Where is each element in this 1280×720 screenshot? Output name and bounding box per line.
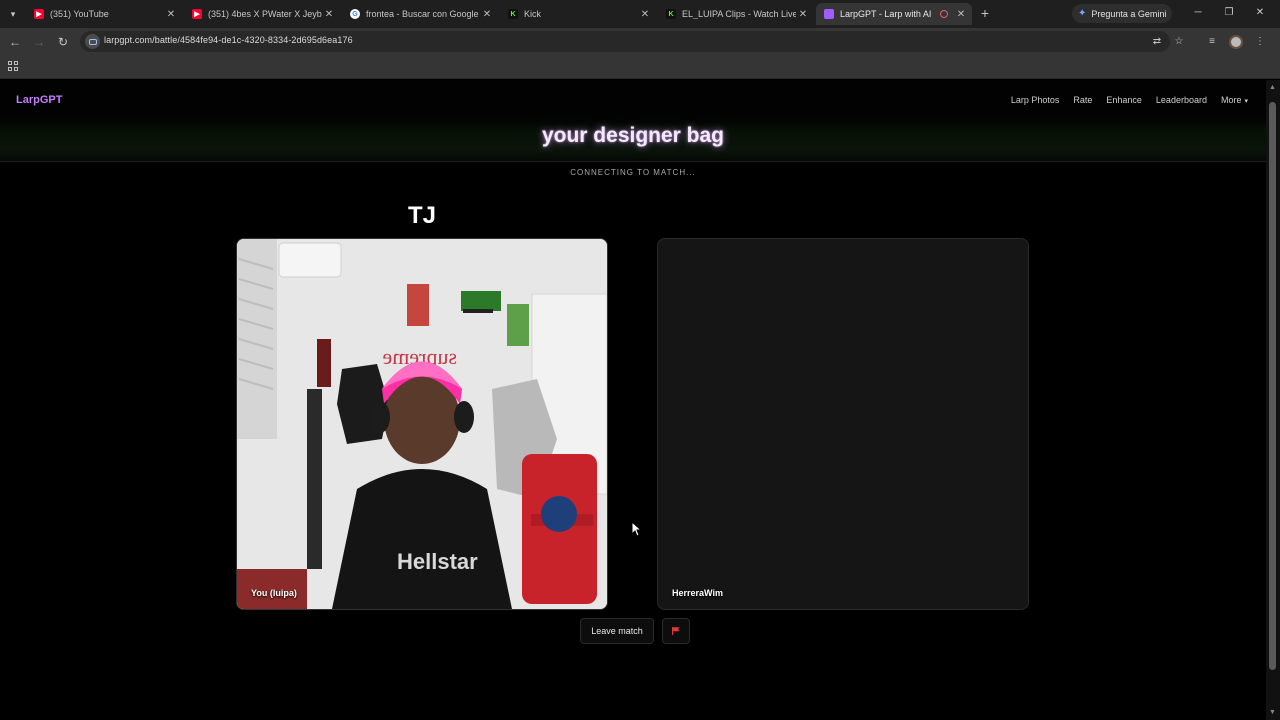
gemini-button[interactable]: ✦ Pregunta a Gemini (1072, 4, 1172, 23)
nav-more[interactable]: More ▾ (1221, 95, 1248, 105)
restore-icon[interactable]: ❐ (1221, 5, 1237, 21)
youtube-icon: ▶ (192, 9, 202, 19)
tab-close-icon[interactable]: ✕ (638, 9, 652, 20)
profile-avatar[interactable] (1229, 35, 1243, 49)
tab-youtube[interactable]: ▶ (351) YouTube ✕ (26, 4, 182, 24)
tab-kick[interactable]: K Kick ✕ (500, 4, 656, 24)
tab-title: (351) YouTube (50, 9, 109, 19)
leave-match-button[interactable]: Leave match (580, 618, 654, 644)
nav-larp-photos[interactable]: Larp Photos (1011, 95, 1060, 105)
recording-indicator-icon (940, 10, 948, 18)
bookmark-star-icon[interactable]: ☆ (1171, 34, 1187, 50)
gemini-sparkle-icon: ✦ (1078, 8, 1087, 19)
scroll-down-arrow-icon[interactable]: ▼ (1269, 709, 1276, 716)
tab-youtube-song[interactable]: ▶ (351) 4bes X PWater X Jeybil - T ✕ (184, 4, 340, 24)
nav-enhance[interactable]: Enhance (1106, 95, 1142, 105)
mouse-cursor-icon (631, 521, 643, 537)
reload-icon[interactable]: ↻ (54, 33, 72, 51)
opponent-video-label: HerreraWim (672, 588, 723, 598)
tab-close-icon[interactable]: ✕ (480, 9, 494, 20)
translate-icon[interactable]: ⇄ (1150, 35, 1164, 49)
my-video-feed: supreme Hellstar You (luipa) (236, 238, 608, 610)
window-close-icon[interactable]: ✕ (1252, 5, 1268, 21)
browser-toolbar: ← → ↻ larpgpt.com/battle/4584fe94-de1c-4… (0, 28, 1280, 55)
page-viewport: LarpGPT Larp Photos Rate Enhance Leaderb… (0, 80, 1266, 720)
nav-rate[interactable]: Rate (1073, 95, 1092, 105)
site-header: LarpGPT Larp Photos Rate Enhance Leaderb… (0, 80, 1266, 162)
site-info-icon[interactable] (85, 34, 100, 49)
nav-more-label: More (1220, 95, 1242, 105)
scroll-thumb[interactable] (1269, 102, 1276, 670)
url-text: larpgpt.com/battle/4584fe94-de1c-4320-83… (104, 35, 353, 45)
google-icon: G (350, 9, 360, 19)
new-tab-plus-icon[interactable]: + (978, 5, 992, 21)
tab-search-chevron-icon[interactable]: ▾ (4, 5, 22, 23)
page-scrollbar[interactable]: ▲ ▼ (1266, 80, 1280, 720)
match-controls: Leave match (580, 618, 690, 644)
kick-icon: K (508, 9, 518, 19)
match-status: CONNECTING TO MATCH... (570, 168, 696, 177)
address-bar[interactable]: larpgpt.com/battle/4584fe94-de1c-4320-83… (80, 31, 1170, 52)
minimize-icon[interactable]: ─ (1190, 5, 1206, 21)
back-arrow-icon[interactable]: ← (6, 33, 24, 51)
media-controls-icon[interactable]: ≡ (1204, 34, 1220, 50)
report-button[interactable] (662, 618, 690, 644)
browser-tab-strip: ▾ ▶ (351) YouTube ✕ ▶ (351) 4bes X PWate… (0, 0, 1280, 28)
tab-larpgpt[interactable]: LarpGPT - Larp with AI ✕ (816, 3, 972, 25)
flag-icon (672, 627, 680, 635)
tab-title: Kick (524, 9, 542, 19)
tab-title: frontea - Buscar con Google (366, 9, 479, 19)
opponent-video-feed: HerreraWim (657, 238, 1029, 610)
youtube-icon: ▶ (34, 9, 44, 19)
webcam-image: supreme Hellstar (237, 239, 607, 609)
chevron-down-icon: ▾ (1244, 98, 1248, 105)
forward-arrow-icon[interactable]: → (30, 33, 48, 51)
player-name: TJ (407, 202, 436, 229)
kick-icon: K (666, 9, 676, 19)
tab-title: (351) 4bes X PWater X Jeybil - T (208, 9, 322, 19)
gemini-label: Pregunta a Gemini (1091, 8, 1167, 19)
bookmarks-bar (0, 55, 1280, 79)
nav-leaderboard[interactable]: Leaderboard (1156, 95, 1207, 105)
my-video-label: You (luipa) (251, 588, 297, 598)
svg-text:Hellstar: Hellstar (397, 549, 478, 574)
scroll-up-arrow-icon[interactable]: ▲ (1269, 84, 1276, 91)
tab-title: LarpGPT - Larp with AI (840, 9, 932, 19)
site-logo[interactable]: LarpGPT (16, 94, 62, 106)
main-nav: Larp Photos Rate Enhance Leaderboard Mor… (1011, 95, 1248, 105)
tab-title: EL_LUIPA Clips - Watch Live on (682, 9, 796, 19)
browser-menu-icon[interactable]: ⋮ (1252, 34, 1268, 50)
prompt-title: your designer bag (541, 124, 725, 147)
tab-google-search[interactable]: G frontea - Buscar con Google ✕ (342, 4, 498, 24)
tab-close-icon[interactable]: ✕ (322, 9, 336, 20)
tab-kick-clips[interactable]: K EL_LUIPA Clips - Watch Live on ✕ (658, 4, 814, 24)
larpgpt-icon (824, 9, 834, 19)
tab-close-icon[interactable]: ✕ (796, 9, 810, 20)
tab-close-icon[interactable]: ✕ (164, 9, 178, 20)
tab-close-icon[interactable]: ✕ (954, 9, 968, 20)
apps-grid-icon[interactable] (8, 61, 18, 71)
